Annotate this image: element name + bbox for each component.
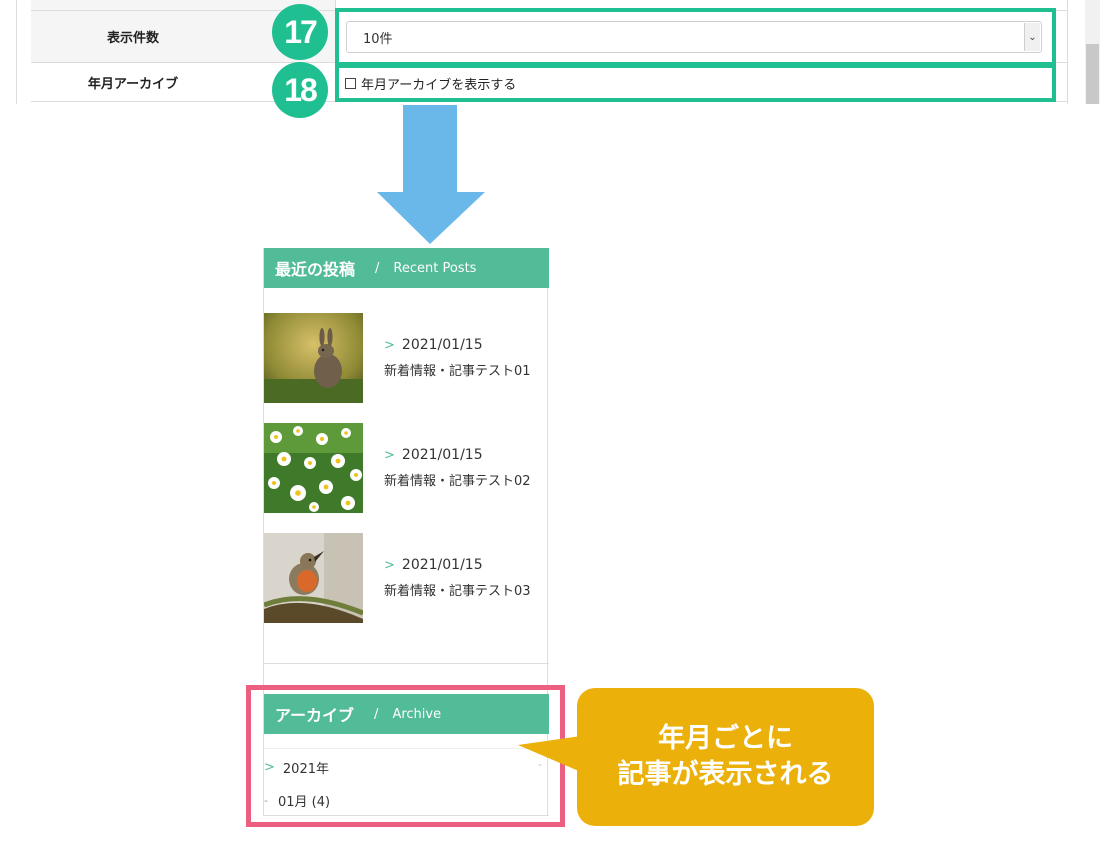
scrollbar-thumb[interactable] <box>1086 44 1099 104</box>
form-border-left <box>16 0 17 104</box>
daisy-photo[interactable] <box>264 423 363 513</box>
chevron-right-icon: > <box>384 447 395 463</box>
title-separator: / <box>375 260 380 276</box>
recent-posts-title: 最近の投稿 <box>275 260 356 279</box>
step-badge-17: 17 <box>272 4 328 60</box>
post-title-link[interactable]: 新着情報・記事テスト02 <box>384 470 531 489</box>
post-date-text: 2021/01/15 <box>401 557 483 573</box>
chevron-right-icon: > <box>384 557 395 573</box>
post-title-link[interactable]: 新着情報・記事テスト03 <box>384 580 531 599</box>
highlight-box-17 <box>335 8 1056 66</box>
form-border-right <box>1067 0 1068 104</box>
callout-line-1: 年月ごとに <box>658 723 793 754</box>
post-date-text: 2021/01/15 <box>401 337 483 353</box>
recent-posts-subtitle: Recent Posts <box>393 260 477 276</box>
robin-photo[interactable] <box>264 533 363 623</box>
arrow-down-icon <box>377 105 485 244</box>
post-date: > 2021/01/15 <box>384 337 483 353</box>
recent-posts-header: 最近の投稿 / Recent Posts <box>264 248 549 288</box>
post-date: > 2021/01/15 <box>384 557 483 573</box>
post-item[interactable]: > 2021/01/15 新着情報・記事テスト01 <box>264 313 549 403</box>
post-item[interactable]: > 2021/01/15 新着情報・記事テスト03 <box>264 533 549 623</box>
settings-form: 表示件数 年月アーカイブ 10件 ⌄ 年月アーカイブを表示する 17 18 <box>0 0 1100 118</box>
post-item[interactable]: > 2021/01/15 新着情報・記事テスト02 <box>264 423 549 513</box>
post-date: > 2021/01/15 <box>384 447 483 463</box>
post-title-link[interactable]: 新着情報・記事テスト01 <box>384 360 531 379</box>
post-date-text: 2021/01/15 <box>401 447 483 463</box>
chevron-right-icon: > <box>384 337 395 353</box>
widget-divider <box>264 663 549 664</box>
highlight-box-18 <box>335 64 1056 102</box>
rabbit-photo[interactable] <box>264 313 363 403</box>
callout-bubble: 年月ごとに 記事が表示される <box>577 688 874 826</box>
step-badge-18: 18 <box>272 62 328 118</box>
callout-line-2: 記事が表示される <box>617 759 834 790</box>
